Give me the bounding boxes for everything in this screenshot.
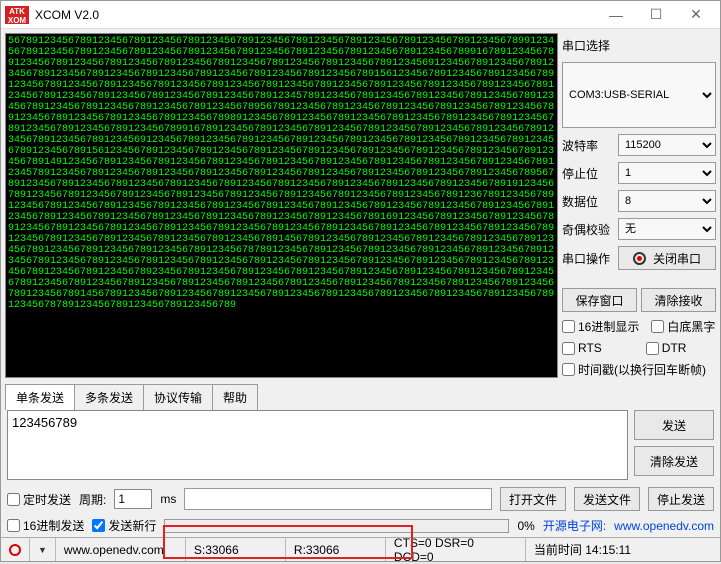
- send-file-button[interactable]: 发送文件: [574, 487, 640, 511]
- terminal-output[interactable]: 5678912345678912345678912345678912345678…: [5, 33, 558, 378]
- maximize-button[interactable]: ☐: [636, 2, 676, 28]
- status-received: R:33066: [286, 538, 386, 561]
- status-url[interactable]: www.openedv.com: [56, 538, 186, 561]
- period-input[interactable]: [114, 489, 152, 509]
- port-op-label: 串口操作: [562, 250, 614, 267]
- white-bg-checkbox[interactable]: 白底黑字: [651, 318, 715, 335]
- databit-select[interactable]: 8: [618, 190, 716, 212]
- minimize-button[interactable]: —: [596, 2, 636, 28]
- dtr-checkbox[interactable]: DTR: [646, 341, 687, 355]
- timed-send-checkbox[interactable]: 定时发送: [7, 491, 71, 508]
- tab-single-send[interactable]: 单条发送: [5, 384, 75, 410]
- status-time: 当前时间 14:15:11: [526, 538, 720, 561]
- period-label: 周期:: [79, 491, 106, 508]
- close-button[interactable]: ✕: [676, 2, 716, 28]
- send-newline-checkbox[interactable]: 发送新行: [92, 517, 156, 534]
- port-select[interactable]: COM3:USB-SERIAL: [562, 62, 716, 128]
- stop-send-button[interactable]: 停止发送: [648, 487, 714, 511]
- record-status-icon[interactable]: [1, 538, 30, 561]
- window-title: XCOM V2.0: [35, 8, 596, 22]
- open-file-button[interactable]: 打开文件: [500, 487, 566, 511]
- tab-help[interactable]: 帮助: [212, 384, 258, 410]
- clear-send-button[interactable]: 清除发送: [634, 446, 714, 476]
- clear-receive-button[interactable]: 清除接收: [641, 288, 716, 312]
- close-port-button[interactable]: 关闭串口: [618, 246, 716, 270]
- baud-select[interactable]: 115200: [618, 134, 716, 156]
- tab-multi-send[interactable]: 多条发送: [74, 384, 144, 410]
- ms-label: ms: [160, 492, 176, 506]
- status-dropdown-icon[interactable]: ▼: [30, 538, 56, 561]
- progress-bar: [164, 519, 509, 533]
- save-window-button[interactable]: 保存窗口: [562, 288, 637, 312]
- file-path-input[interactable]: [184, 488, 492, 510]
- parity-label: 奇偶校验: [562, 221, 614, 238]
- stopbit-label: 停止位: [562, 165, 614, 182]
- app-logo: ATKXOM: [5, 6, 29, 24]
- send-button[interactable]: 发送: [634, 410, 714, 440]
- status-sent: S:33066: [186, 538, 286, 561]
- progress-percent: 0%: [517, 519, 534, 533]
- rts-checkbox[interactable]: RTS: [562, 341, 602, 355]
- send-textarea[interactable]: [7, 410, 628, 480]
- databit-label: 数据位: [562, 193, 614, 210]
- timestamp-checkbox[interactable]: 时间戳(以换行回车断帧): [562, 361, 716, 378]
- link-prefix: 开源电子网:: [543, 517, 606, 534]
- stopbit-select[interactable]: 1: [618, 162, 716, 184]
- status-signals: CTS=0 DSR=0 DCD=0: [386, 538, 526, 561]
- hex-send-checkbox[interactable]: 16进制发送: [7, 517, 84, 534]
- baud-label: 波特率: [562, 137, 614, 154]
- hex-display-checkbox[interactable]: 16进制显示: [562, 318, 639, 335]
- tab-protocol[interactable]: 协议传输: [143, 384, 213, 410]
- website-link[interactable]: www.openedv.com: [614, 519, 714, 533]
- record-icon: [633, 252, 646, 265]
- port-select-label: 串口选择: [562, 37, 716, 54]
- parity-select[interactable]: 无: [618, 218, 716, 240]
